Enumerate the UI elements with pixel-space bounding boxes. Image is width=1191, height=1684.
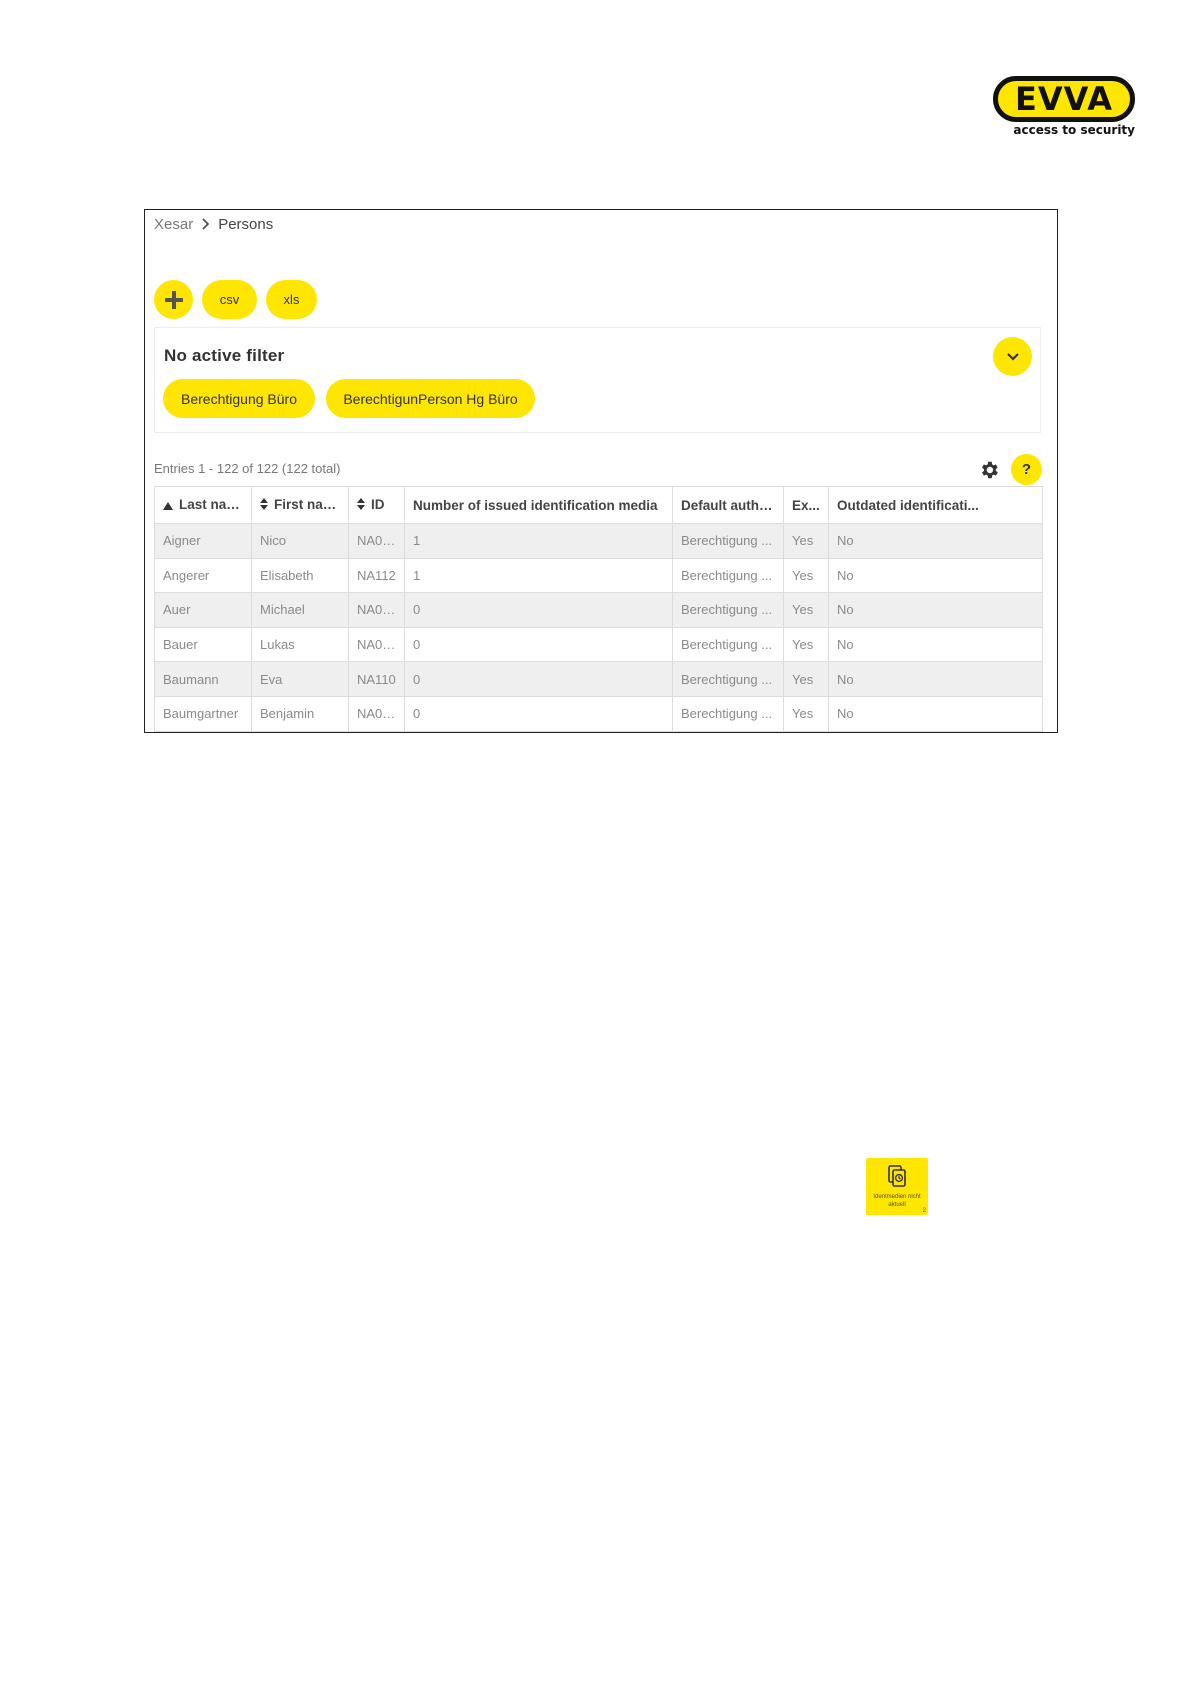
cell-last-name: Baumgartner [154, 695, 252, 732]
breadcrumb-current: Persons [218, 216, 274, 233]
table-row[interactable]: Aigner Nico NA035 1 Berechtigung ... Yes… [154, 523, 1043, 559]
cell-id: NA035 [348, 523, 405, 559]
table-row[interactable]: Auer Michael NA030 0 Berechtigung ... Ye… [154, 592, 1043, 628]
table-row[interactable]: Baumgartner Benjamin NA026 0 Berechtigun… [154, 695, 1043, 732]
cell-first-name: Eva [251, 661, 349, 697]
column-header-first-name[interactable]: First name [251, 486, 349, 524]
cell-media-count: 0 [404, 626, 673, 663]
cell-last-name: Aigner [154, 523, 252, 559]
evva-logo: EVVA access to security [993, 76, 1135, 140]
badge-number: 2 [922, 1208, 926, 1214]
identification-media-icon [888, 1165, 906, 1187]
export-xls-button[interactable]: xls [266, 280, 317, 319]
gear-icon[interactable] [977, 458, 1001, 482]
cell-ex: Yes [783, 626, 829, 663]
cell-outdated-media: No [828, 557, 1043, 594]
cell-outdated-media: No [828, 626, 1043, 663]
cell-id: NA112 [348, 557, 405, 594]
column-header-ex[interactable]: Ex... [783, 486, 829, 524]
filter-expand-button[interactable] [993, 337, 1032, 376]
persons-table: Last name First name ID Number of issued… [154, 486, 1043, 732]
cell-last-name: Auer [154, 592, 252, 628]
cell-media-count: 0 [404, 592, 673, 628]
cell-id: NA030 [348, 592, 405, 628]
breadcrumb-root[interactable]: Xesar [154, 216, 193, 233]
cell-first-name: Lukas [251, 626, 349, 663]
chevron-right-icon [201, 217, 210, 233]
export-csv-button[interactable]: csv [202, 280, 257, 319]
cell-ex: Yes [783, 661, 829, 697]
cell-default-authorization: Berechtigung ... [672, 557, 784, 594]
cell-default-authorization: Berechtigung ... [672, 626, 784, 663]
sort-icon [357, 497, 365, 513]
table-row[interactable]: Baumann Eva NA110 0 Berechtigung ... Yes… [154, 661, 1043, 697]
add-person-button[interactable] [154, 280, 193, 319]
filter-chip-berechtigung-buero[interactable]: Berechtigung Büro [163, 379, 315, 418]
cell-ex: Yes [783, 695, 829, 732]
cell-default-authorization: Berechtigung ... [672, 592, 784, 628]
table-header-row: Last name First name ID Number of issued… [154, 486, 1043, 524]
cell-first-name: Elisabeth [251, 557, 349, 594]
breadcrumb: Xesar Persons [154, 216, 273, 233]
cell-media-count: 0 [404, 695, 673, 732]
cell-ex: Yes [783, 523, 829, 559]
sort-icon [260, 497, 268, 513]
filter-title: No active filter [164, 346, 285, 365]
cell-first-name: Nico [251, 523, 349, 559]
persons-screen: Xesar Persons csv xls No active filter B… [144, 209, 1058, 733]
cell-outdated-media: No [828, 661, 1043, 697]
cell-first-name: Michael [251, 592, 349, 628]
cell-id: NA003 [348, 626, 405, 663]
filter-panel: No active filter Berechtigung Büro Berec… [154, 327, 1041, 433]
column-header-last-name[interactable]: Last name [154, 486, 252, 524]
column-header-outdated-media[interactable]: Outdated identificati... [828, 486, 1043, 524]
cell-media-count: 0 [404, 661, 673, 697]
table-row[interactable]: Angerer Elisabeth NA112 1 Berechtigung .… [154, 557, 1043, 594]
cell-media-count: 1 [404, 523, 673, 559]
table-row[interactable]: Bauer Lukas NA003 0 Berechtigung ... Yes… [154, 626, 1043, 663]
column-header-id[interactable]: ID [348, 486, 405, 524]
cell-last-name: Baumann [154, 661, 252, 697]
cell-outdated-media: No [828, 592, 1043, 628]
filter-chip-berechtigunperson-hg-buero[interactable]: BerechtigunPerson Hg Büro [326, 379, 535, 418]
cell-outdated-media: No [828, 523, 1043, 559]
cell-media-count: 1 [404, 557, 673, 594]
cell-last-name: Bauer [154, 626, 252, 663]
cell-ex: Yes [783, 557, 829, 594]
badge-label: Identmedien nicht aktuell [873, 1194, 921, 1208]
cell-default-authorization: Berechtigung ... [672, 695, 784, 732]
plus-icon [164, 290, 183, 309]
outdated-media-badge: Identmedien nicht aktuell 2 [866, 1158, 928, 1215]
entries-count: Entries 1 - 122 of 122 (122 total) [154, 461, 341, 476]
cell-ex: Yes [783, 592, 829, 628]
cell-last-name: Angerer [154, 557, 252, 594]
table-row[interactable] [154, 730, 1043, 732]
column-header-default-authorization[interactable]: Default autho... [672, 486, 784, 524]
chevron-down-icon [1006, 352, 1019, 361]
column-header-media-count[interactable]: Number of issued identification media [404, 486, 673, 524]
cell-default-authorization: Berechtigung ... [672, 523, 784, 559]
cell-first-name: Benjamin [251, 695, 349, 732]
logo-wordmark: EVVA [993, 76, 1135, 122]
help-button[interactable]: ? [1011, 454, 1042, 485]
cell-id: NA110 [348, 661, 405, 697]
logo-tagline: access to security [1013, 123, 1135, 137]
cell-outdated-media: No [828, 695, 1043, 732]
sort-ascending-icon [163, 498, 173, 513]
cell-default-authorization: Berechtigung ... [672, 661, 784, 697]
cell-id: NA026 [348, 695, 405, 732]
